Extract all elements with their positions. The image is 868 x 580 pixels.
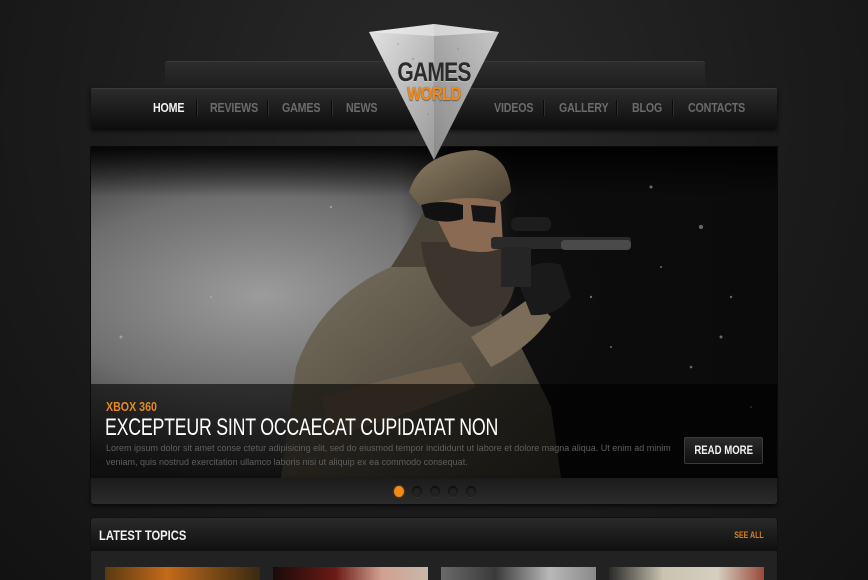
slide-dot-3[interactable] [430,486,440,497]
topic-thumbnail-4[interactable] [609,567,764,580]
slide-dot-2[interactable] [412,486,422,497]
slide-description: Lorem ipsum dolor sit amet conse ctetur … [106,443,671,467]
topic-thumbnail-2[interactable] [273,567,428,580]
slide-category: XBOX 360 [106,399,157,414]
latest-topics-panel: LATEST TOPICS SEE ALL [91,518,777,580]
nav-divider [616,100,617,116]
hero-slider: XBOX 360 EXCEPTEUR SINT OCCAECAT CUPIDAT… [91,147,777,478]
see-all-link[interactable]: SEE ALL [735,530,764,540]
nav-divider [672,100,673,116]
slide-dot-4[interactable] [448,486,458,497]
slide-title: EXCEPTEUR SINT OCCAECAT CUPIDATAT NON [105,414,499,441]
nav-divider [267,100,268,116]
games-world-logo[interactable]: GAMES WORLD [368,24,500,160]
nav-games[interactable]: GAMES [282,88,320,129]
read-more-button[interactable]: READ MORE [684,437,763,464]
latest-topics-header: LATEST TOPICS SEE ALL [91,518,777,551]
nav-home[interactable]: HOME [153,88,184,129]
nav-divider [196,100,197,116]
topic-thumbnail-3[interactable] [441,567,596,580]
nav-gallery[interactable]: GALLERY [559,88,609,129]
topic-thumbnail-1[interactable] [105,567,260,580]
read-more-label: READ MORE [694,443,753,457]
nav-divider [331,100,332,116]
nav-contacts[interactable]: CONTACTS [688,88,745,129]
slide-dot-1[interactable] [394,486,404,497]
slide-dot-5[interactable] [466,486,476,497]
slider-pagination [91,478,777,504]
nav-blog[interactable]: BLOG [632,88,662,129]
nav-reviews[interactable]: REVIEWS [210,88,258,129]
slide-caption: XBOX 360 EXCEPTEUR SINT OCCAECAT CUPIDAT… [91,384,777,478]
latest-topics-title: LATEST TOPICS [99,527,187,543]
logo-text-world: WORLD [407,84,461,104]
nav-divider [543,100,544,116]
